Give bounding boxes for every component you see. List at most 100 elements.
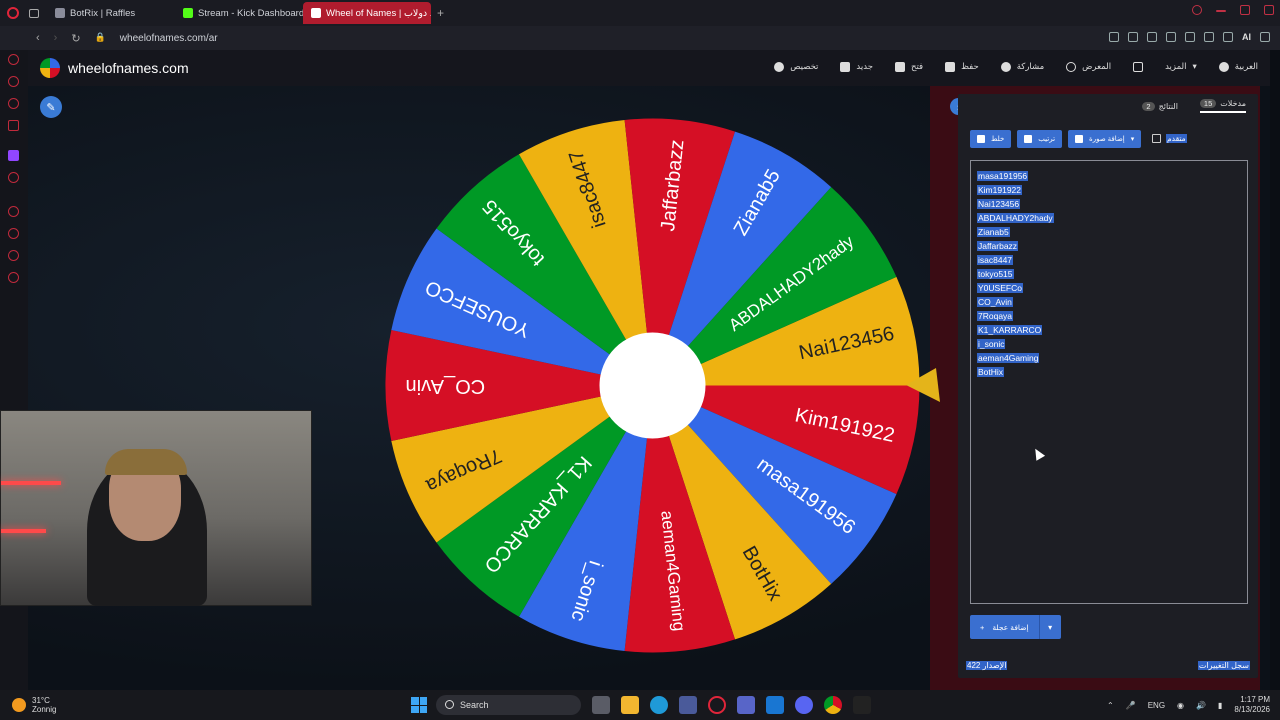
mail-icon[interactable] xyxy=(8,98,19,109)
neon-light xyxy=(1,529,46,533)
more-button[interactable]: المزيد ▾ xyxy=(1165,61,1197,72)
search-tabs-icon[interactable] xyxy=(1192,5,1202,15)
wheel-center-hub[interactable] xyxy=(599,332,706,439)
app-icon-2[interactable] xyxy=(853,696,871,714)
panel-footer: الإصدار 422 سجل التغييرات xyxy=(958,652,1258,678)
wifi-icon[interactable]: ◉ xyxy=(1177,701,1184,710)
battery-icon[interactable]: ▮ xyxy=(1218,701,1222,710)
new-tab-button[interactable]: + xyxy=(437,6,444,20)
gallery-button[interactable]: المعرض xyxy=(1066,61,1111,72)
shuffle-button[interactable]: خلط xyxy=(970,130,1012,148)
url-field[interactable]: wheelofnames.com/ar xyxy=(120,33,218,44)
wheel-pointer-arrow xyxy=(906,368,940,402)
advanced-checkbox[interactable] xyxy=(1152,134,1161,143)
bookmark-icon[interactable] xyxy=(1109,32,1119,42)
entry-text: K1_KARRARCO xyxy=(977,325,1043,335)
menu-icon[interactable] xyxy=(1260,32,1270,42)
task-view-icon[interactable] xyxy=(592,696,610,714)
add-wheel-dropdown[interactable]: ▾ xyxy=(1038,615,1061,639)
app-grid-icon[interactable] xyxy=(766,696,784,714)
menu-label: تخصيص xyxy=(790,61,819,71)
entry-line: CO_Avin xyxy=(977,295,1241,309)
language-button[interactable]: العربية xyxy=(1218,61,1258,72)
add-wheel-button[interactable]: + إضافة عجلة xyxy=(970,615,1039,639)
tab-entries[interactable]: 15 مدخلات xyxy=(1199,99,1246,113)
back-icon[interactable]: ‹ xyxy=(36,32,40,45)
window-controls xyxy=(1192,5,1274,15)
minimize-icon[interactable] xyxy=(1216,10,1226,12)
percent-icon[interactable] xyxy=(8,172,19,183)
profile-icon[interactable] xyxy=(1204,32,1214,42)
entry-line: isac8447 xyxy=(977,253,1241,267)
taskbar-search[interactable]: Search xyxy=(436,695,581,715)
edge-icon[interactable] xyxy=(650,696,668,714)
clock[interactable]: 1:17 PM 8/13/2026 xyxy=(1234,695,1270,715)
player-sidebar-icon[interactable] xyxy=(8,206,19,217)
discord-icon[interactable] xyxy=(795,696,813,714)
twitch-icon[interactable] xyxy=(8,150,19,161)
entry-text: i_sonic xyxy=(977,339,1006,349)
language-indicator[interactable]: ENG xyxy=(1148,701,1165,710)
reload-icon[interactable]: ↻ xyxy=(71,32,80,45)
open-button[interactable]: فتح xyxy=(894,61,923,72)
heart-icon[interactable] xyxy=(1185,32,1195,42)
windows-taskbar: 31°C Zonnig Search ⌃ 🎤 ENG ◉ 🔊 ▮ 1:17 PM 8… xyxy=(0,690,1280,720)
snapshot-icon[interactable] xyxy=(1128,32,1138,42)
windows-start-icon[interactable] xyxy=(411,697,427,713)
customize-button[interactable]: تخصيص xyxy=(774,61,818,72)
entry-line: masa191956 xyxy=(977,169,1241,183)
tab-kick-dashboard[interactable]: Stream - Kick Dashboard xyxy=(175,2,303,24)
chevron-up-icon[interactable]: ⌃ xyxy=(1107,701,1114,710)
player-icon[interactable] xyxy=(1166,32,1176,42)
tab-botrix[interactable]: BotRix | Raffles xyxy=(47,2,175,24)
chrome-icon[interactable] xyxy=(824,696,842,714)
sort-button[interactable]: ترتيب xyxy=(1017,130,1063,148)
pencil-icon: ✎ xyxy=(46,101,56,114)
chevron-down-icon: ▾ xyxy=(1048,622,1053,632)
share-button[interactable]: مشاركة xyxy=(1000,61,1044,72)
extensions-icon[interactable] xyxy=(8,250,19,261)
tab-wheel-of-names[interactable]: Wheel of Names | دولاب ... xyxy=(303,2,431,24)
opera-logo-icon[interactable] xyxy=(7,7,19,19)
history-icon[interactable] xyxy=(8,228,19,239)
wheel-favicon-icon xyxy=(311,8,321,18)
wheel-of-names[interactable]: Nai123456Kim191922masa191956BotHixaeman4… xyxy=(385,118,920,653)
opera-taskbar-icon[interactable] xyxy=(708,696,726,714)
date: 8/13/2026 xyxy=(1234,705,1270,714)
menu-label: المزيد xyxy=(1165,61,1187,71)
tab-menu-icon[interactable] xyxy=(29,8,39,18)
shuffle-icon xyxy=(977,135,985,143)
download-icon[interactable] xyxy=(1223,32,1233,42)
changelog-link[interactable]: سجل التغييرات xyxy=(1197,660,1250,670)
messenger-icon[interactable] xyxy=(8,76,19,87)
save-button[interactable]: حفظ xyxy=(945,61,979,72)
version-label: الإصدار 422 xyxy=(966,660,1008,670)
file-explorer-icon[interactable] xyxy=(621,696,639,714)
ai-button[interactable]: AI xyxy=(1242,32,1251,42)
entries-textarea[interactable]: masa191956 Kim191922 Nai123456 ABDALHADY2ha… xyxy=(970,160,1248,604)
edit-pencil-button[interactable]: ✎ xyxy=(40,96,62,118)
instagram-icon[interactable] xyxy=(8,120,19,131)
store-icon[interactable] xyxy=(679,696,697,714)
tab-results[interactable]: 2 النتائج xyxy=(1142,101,1178,111)
adblock-icon[interactable] xyxy=(1147,32,1157,42)
add-image-button[interactable]: إضافة صورة ▾ xyxy=(1068,130,1142,148)
maximize-icon[interactable] xyxy=(1240,5,1250,15)
microphone-icon[interactable]: 🎤 xyxy=(1126,701,1136,710)
settings-icon[interactable] xyxy=(8,272,19,283)
aria-icon[interactable] xyxy=(8,54,19,65)
toolbar-icons: AI xyxy=(1109,32,1270,42)
time: 1:17 PM xyxy=(1240,695,1270,704)
volume-icon[interactable]: 🔊 xyxy=(1196,701,1206,710)
forward-icon[interactable]: › xyxy=(54,32,58,45)
new-button[interactable]: جديد xyxy=(840,61,873,72)
weather-widget[interactable]: 31°C Zonnig xyxy=(12,696,56,714)
wheel-logo-icon[interactable] xyxy=(40,58,60,78)
close-icon[interactable] xyxy=(1264,5,1274,15)
tab-label: Wheel of Names | دولاب ... xyxy=(326,7,431,19)
brand-name[interactable]: wheelofnames.com xyxy=(68,60,189,76)
menu-label: حفظ xyxy=(961,61,979,71)
fullscreen-button[interactable] xyxy=(1133,61,1144,72)
advanced-toggle[interactable]: متقدم xyxy=(1152,134,1187,143)
app-icon[interactable] xyxy=(737,696,755,714)
